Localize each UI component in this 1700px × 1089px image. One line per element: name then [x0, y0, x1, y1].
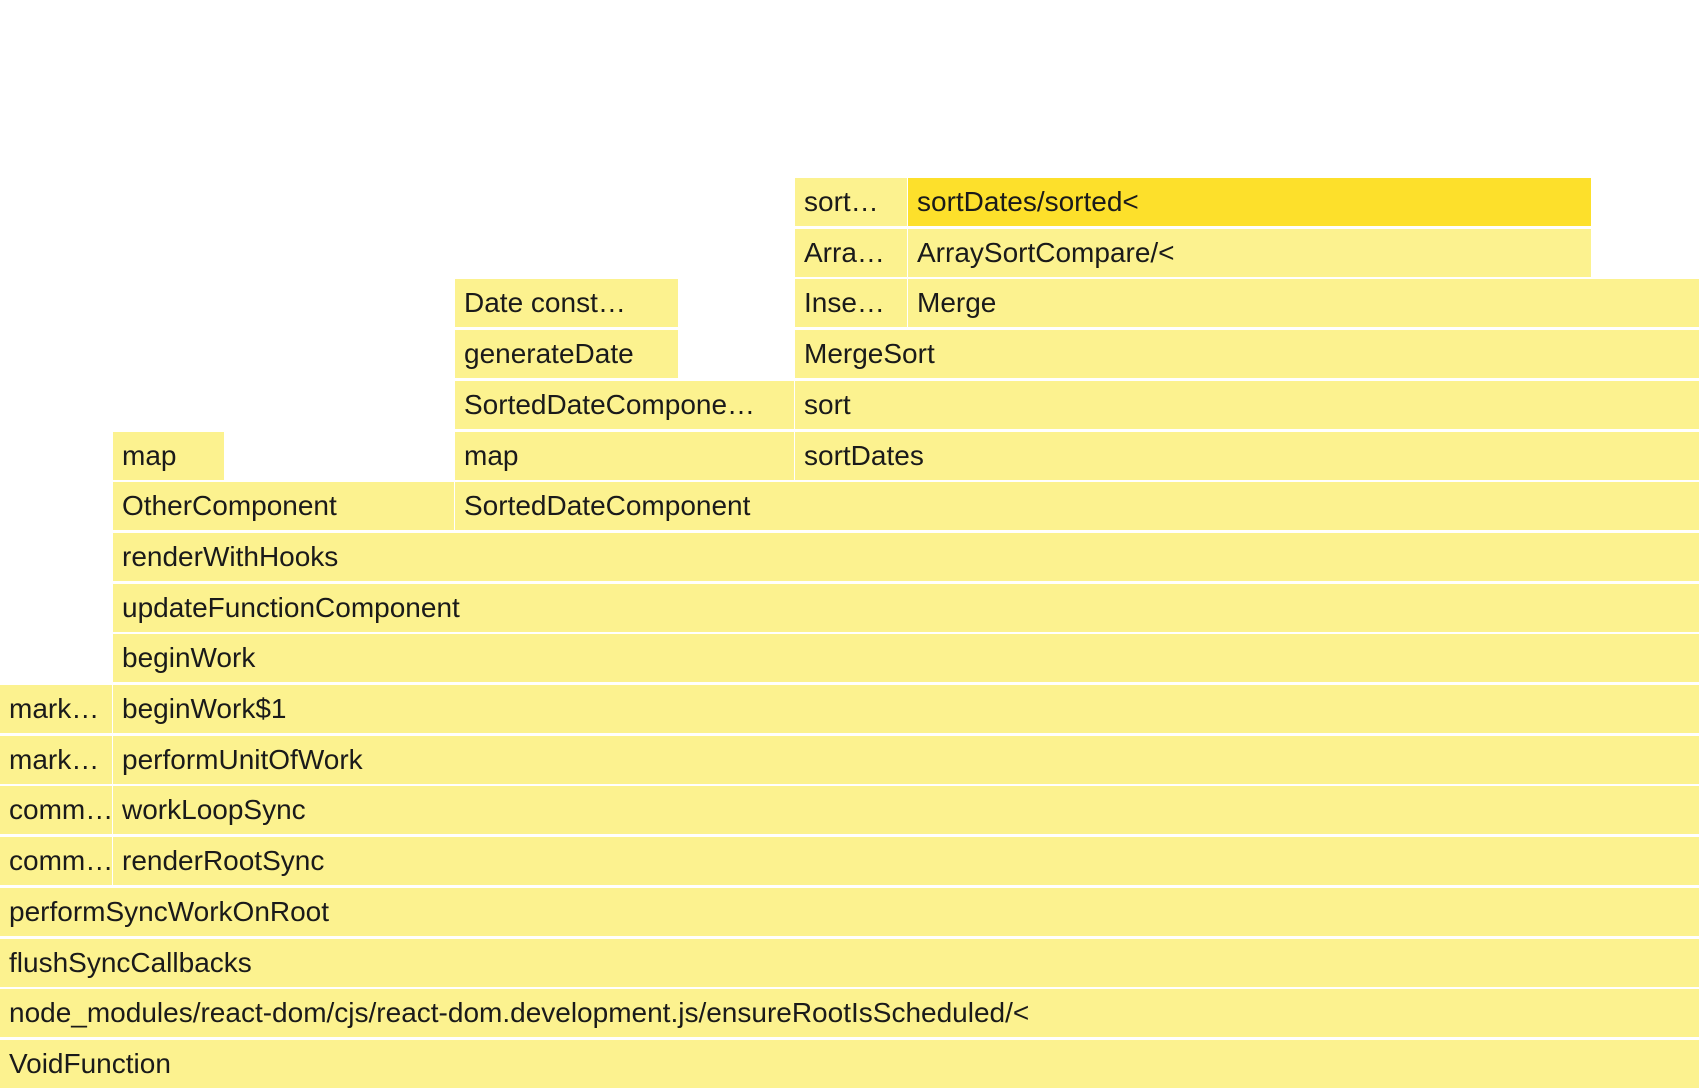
frame-generatedate[interactable]: generateDate — [455, 330, 679, 379]
flame-graph: sort… sortDates/sorted< Arra… ArraySortComp… — [0, 0, 1700, 1089]
frame-sortdates[interactable]: sortDates — [795, 432, 1700, 481]
frame-inse-ellipsis[interactable]: Inse… — [795, 279, 908, 328]
frame-mergesort[interactable]: MergeSort — [795, 330, 1700, 379]
frame-sorteddatecomponent-truncated[interactable]: SortedDateCompone… — [455, 381, 795, 430]
frame-map-other[interactable]: map — [113, 432, 225, 481]
frame-beginwork[interactable]: beginWork — [113, 634, 1700, 683]
frame-date-constructor[interactable]: Date const… — [455, 279, 679, 328]
frame-sort[interactable]: sort — [795, 381, 1700, 430]
frame-voidfunction[interactable]: VoidFunction — [0, 1040, 1700, 1089]
frame-beginwork-1[interactable]: beginWork$1 — [113, 685, 1700, 734]
frame-othercomponent[interactable]: OtherComponent — [113, 482, 455, 531]
frame-renderrootsync[interactable]: renderRootSync — [113, 837, 1700, 886]
frame-ensurerootisscheduled[interactable]: node_modules/react-dom/cjs/react-dom.dev… — [0, 989, 1700, 1038]
frame-comm-1[interactable]: comm… — [0, 786, 113, 835]
frame-sort-ellipsis[interactable]: sort… — [795, 178, 908, 227]
frame-flushsynccallbacks[interactable]: flushSyncCallbacks — [0, 939, 1700, 988]
frame-merge[interactable]: Merge — [908, 279, 1700, 328]
frame-renderwithhooks[interactable]: renderWithHooks — [113, 533, 1700, 582]
frame-map-sorted[interactable]: map — [455, 432, 795, 481]
frame-sorteddatecomponent[interactable]: SortedDateComponent — [455, 482, 1700, 531]
frame-arraysortcompare[interactable]: ArraySortCompare/< — [908, 229, 1592, 278]
frame-performunitofwork[interactable]: performUnitOfWork — [113, 736, 1700, 785]
frame-mark-1[interactable]: mark… — [0, 685, 113, 734]
frame-performsyncworkonroot[interactable]: performSyncWorkOnRoot — [0, 888, 1700, 937]
frame-workloopsync[interactable]: workLoopSync — [113, 786, 1700, 835]
frame-sortdates-sorted[interactable]: sortDates/sorted< — [908, 178, 1592, 227]
frame-mark-2[interactable]: mark… — [0, 736, 113, 785]
frame-comm-2[interactable]: comm… — [0, 837, 113, 886]
frame-updatefunctioncomponent[interactable]: updateFunctionComponent — [113, 584, 1700, 633]
frame-arra-ellipsis[interactable]: Arra… — [795, 229, 908, 278]
